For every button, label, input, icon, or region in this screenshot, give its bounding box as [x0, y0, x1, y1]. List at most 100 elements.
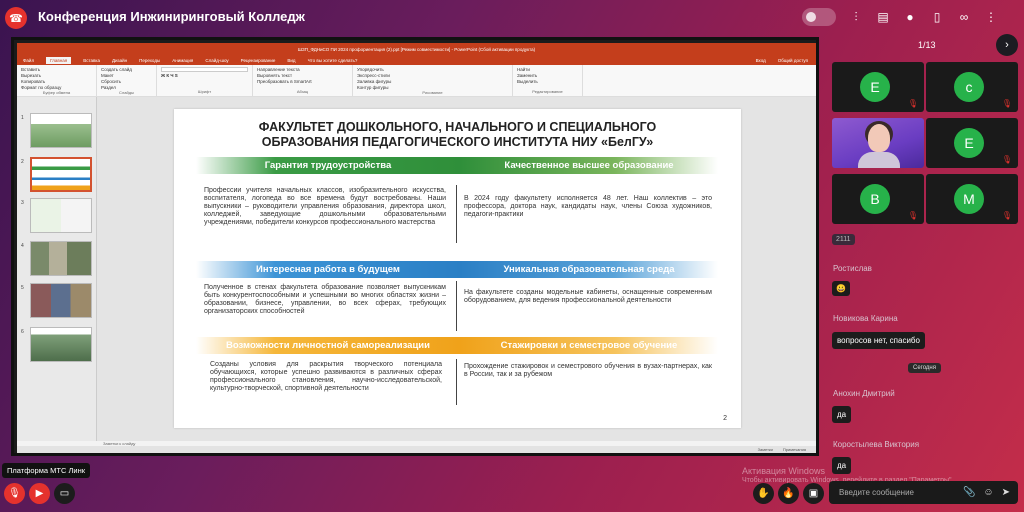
notes-toggle[interactable]: Заметки	[758, 447, 773, 452]
more-icon[interactable]: ⋮	[984, 10, 998, 24]
clipboard-group: Вставить Вырезать Копировать Формат по о…	[17, 65, 97, 96]
find-button[interactable]: Найти	[517, 67, 578, 72]
slide-thumbnail[interactable]	[30, 327, 92, 362]
platform-tooltip: Платформа МТС Линк	[2, 463, 90, 478]
text-unique-environment: На факультете созданы модельные кабинеты…	[464, 289, 712, 304]
avatar: E	[860, 72, 890, 102]
mic-toggle-button[interactable]: 🎙	[4, 483, 25, 504]
tab-review[interactable]: Рецензирование	[241, 58, 276, 63]
person-icon[interactable]: ●	[903, 10, 917, 24]
tab-home[interactable]: Главная	[46, 56, 72, 64]
font-format-buttons[interactable]: Ж К Ч S	[161, 73, 248, 78]
slide-thumbnail[interactable]	[30, 241, 92, 276]
chat-message-input[interactable]: Введите сообщение 📎 ☺ ➤	[829, 481, 1018, 504]
hand-icon: ✋	[757, 488, 770, 499]
slide-thumbnails: 1 2 3 4 5 6	[17, 97, 97, 441]
copy-button[interactable]: Копировать	[21, 79, 92, 84]
chat-message-bubble: 😀	[832, 281, 850, 296]
band-employment: Гарантия трудоустройства	[196, 157, 460, 174]
tab-slideshow[interactable]: Слайд-шоу	[205, 58, 228, 63]
slide-thumbnail[interactable]	[30, 198, 92, 233]
collapse-panel-button[interactable]: ›	[996, 34, 1018, 56]
avatar: c	[954, 72, 984, 102]
link-icon[interactable]: ∞	[957, 10, 971, 24]
participant-video-tile[interactable]	[832, 118, 924, 168]
participant-tile[interactable]: c 🎙	[926, 62, 1018, 112]
slide-thumbnail[interactable]	[30, 113, 92, 148]
camera-toggle-button[interactable]: ▶	[29, 483, 50, 504]
smartart-button[interactable]: Преобразовать в SmartArt	[257, 79, 348, 84]
paste-button[interactable]: Вставить	[21, 67, 92, 72]
band-quality-education: Качественное высшее образование	[460, 157, 718, 174]
replace-button[interactable]: Заменить	[517, 73, 578, 78]
participant-tile[interactable]: M 🎙	[926, 174, 1018, 224]
thumb-number: 2	[21, 159, 24, 165]
watermark-line1: Активация Windows	[742, 466, 825, 476]
font-family-select[interactable]	[161, 67, 248, 72]
group-name: Слайды	[119, 90, 134, 95]
avatar: B	[860, 184, 890, 214]
slide-title: ФАКУЛЬТЕТ ДОШКОЛЬНОГО, НАЧАЛЬНОГО И СПЕЦ…	[174, 120, 741, 150]
page-counter: 1/13	[918, 40, 936, 50]
new-slide-button[interactable]: Создать слайд	[101, 67, 152, 72]
chat-icon[interactable]: ▤	[876, 10, 890, 24]
tab-view[interactable]: Вид	[287, 58, 295, 63]
thumb-number: 6	[21, 329, 24, 335]
align-text-button[interactable]: Выровнять текст	[257, 73, 348, 78]
layout-icon: ▣	[808, 488, 819, 499]
chevron-right-icon: ›	[1005, 39, 1009, 51]
ppt-window-title: ШЗП_ФДНиСО ПИ 2024 профориентация (2).pp…	[297, 46, 536, 52]
tab-insert[interactable]: Вставка	[83, 58, 100, 63]
participant-tile[interactable]: B 🎙	[832, 174, 924, 224]
text-self-realization: Созданы условия для раскрытия творческог…	[210, 361, 442, 392]
band-unique-environment: Уникальная образовательная среда	[460, 261, 718, 278]
mic-off-icon: 🎙	[1001, 99, 1012, 108]
text-quality-education: В 2024 году факультету исполняется 48 ле…	[464, 195, 712, 218]
tab-animation[interactable]: Анимация	[172, 58, 193, 63]
text-direction-button[interactable]: Направление текста	[257, 67, 348, 72]
arrange-button[interactable]: Упорядочить	[357, 67, 508, 72]
screen-icon: ▭	[59, 488, 70, 499]
participant-tile[interactable]: E 🎙	[926, 118, 1018, 168]
avatar: M	[954, 184, 984, 214]
slide-thumbnail[interactable]	[30, 157, 92, 192]
quick-styles-button[interactable]: Экспресс-стили	[357, 73, 508, 78]
select-button[interactable]: Выделить	[517, 79, 578, 84]
file-icon[interactable]: ▯	[930, 10, 944, 24]
reactions-button[interactable]: 🔥	[778, 483, 799, 504]
share-link[interactable]: Общий доступ	[778, 58, 808, 63]
layout-button[interactable]: ▣	[803, 483, 824, 504]
powerpoint-window: ШЗП_ФДНиСО ПИ 2024 профориентация (2).pp…	[17, 43, 816, 453]
text-employment: Профессии учителя начальных классов, изо…	[204, 187, 446, 226]
slide-number: 2	[723, 415, 727, 422]
chat-input-placeholder: Введите сообщение	[839, 488, 914, 497]
noise-toggle[interactable]	[802, 8, 836, 26]
screen-share-button[interactable]: ▭	[54, 483, 75, 504]
leave-call-button[interactable]: ☎	[5, 7, 27, 29]
layout-button[interactable]: Макет	[101, 73, 152, 78]
ppt-tabs: Файл Главная Вставка Дизайн Переходы Ани…	[17, 55, 816, 65]
reset-button[interactable]: Сбросить	[101, 79, 152, 84]
tab-transitions[interactable]: Переходы	[139, 58, 160, 63]
editing-group: Найти Заменить Выделить Редактирование	[513, 65, 583, 96]
participant-tile[interactable]: E 🎙	[832, 62, 924, 112]
emoji-icon[interactable]: ☺	[983, 487, 993, 498]
chat-message-bubble: да	[832, 406, 852, 423]
slide-thumbnail[interactable]	[30, 283, 92, 318]
slide-canvas: ФАКУЛЬТЕТ ДОШКОЛЬНОГО, НАЧАЛЬНОГО И СПЕЦ…	[97, 97, 816, 441]
send-icon[interactable]: ➤	[1002, 487, 1010, 498]
sign-in-link[interactable]: Вход	[756, 58, 766, 63]
comments-toggle[interactable]: Примечания	[783, 447, 806, 452]
ppt-title-bar: ШЗП_ФДНиСО ПИ 2024 профориентация (2).pp…	[17, 43, 816, 55]
band-internships: Стажировки и семестровое обучение	[460, 337, 718, 354]
shape-fill-button[interactable]: Заливка фигуры	[357, 79, 508, 84]
tab-design[interactable]: Дизайн	[112, 58, 127, 63]
tell-me-search[interactable]: Что вы хотите сделать?	[308, 58, 358, 63]
tab-file[interactable]: Файл	[23, 58, 34, 63]
attach-icon[interactable]: 📎	[963, 487, 975, 498]
ppt-status-bar: Заметки Примечания	[17, 446, 816, 453]
cut-button[interactable]: Вырезать	[21, 73, 92, 78]
slides-group: Создать слайд Макет Сбросить Раздел Слай…	[97, 65, 157, 96]
equalizer-icon[interactable]: ⫶	[849, 10, 863, 24]
raise-hand-button[interactable]: ✋	[753, 483, 774, 504]
